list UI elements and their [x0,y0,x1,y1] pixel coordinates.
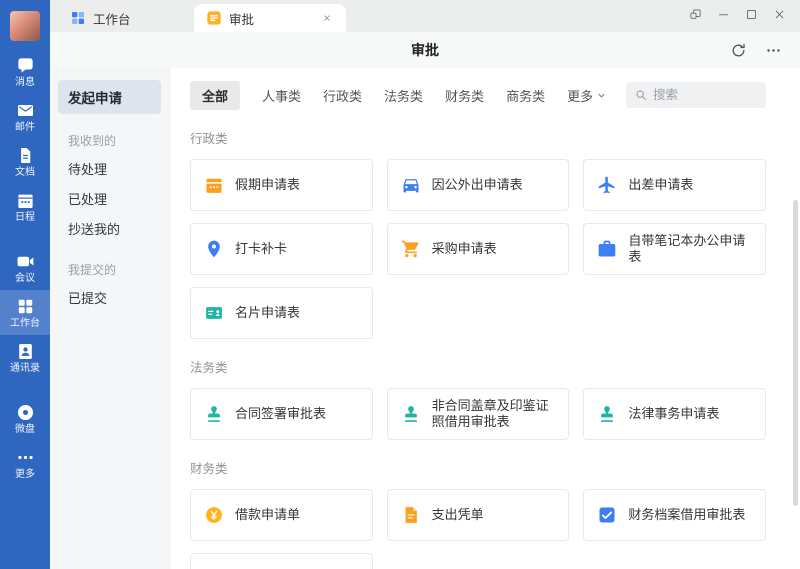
tab-approval[interactable]: 审批 [194,4,346,32]
approval-badge-icon [206,10,222,26]
stamp-icon [401,404,421,424]
stamp-icon [597,404,617,424]
card-finance-archive[interactable]: 财务档案借用审批表 [583,489,766,541]
card-contract-signing[interactable]: 合同签署审批表 [190,388,373,440]
filter-tab-hr[interactable]: 人事类 [262,86,301,105]
group-label-received: 我收到的 [58,132,161,149]
group-label-submitted: 我提交的 [58,261,161,278]
briefcase-icon [597,239,617,259]
main-area: 工作台 审批 审批 发起申请 [50,0,800,569]
sidebar-item-mail[interactable]: 邮件 [0,94,50,139]
chevron-down-icon [596,90,607,101]
popup-window-icon[interactable] [689,8,702,21]
sidebar-item-more[interactable]: 更多 [0,441,50,486]
stamp-icon [204,404,224,424]
card-grid-legal: 合同签署审批表 非合同盖章及印鉴证照借用审批表 法律事务申请表 [190,388,766,440]
approval-content: 全部 人事类 行政类 法务类 财务类 商务类 更多 行政 [170,68,800,569]
location-pin-icon [204,239,224,259]
card-non-contract-seal[interactable]: 非合同盖章及印鉴证照借用审批表 [387,388,570,440]
search-box[interactable] [626,82,766,108]
titlebar: 工作台 审批 [50,0,800,32]
disk-drive-icon [16,403,35,422]
card-vacation-request[interactable]: 假期申请表 [190,159,373,211]
filter-tab-more[interactable]: 更多 [567,86,607,105]
card-clockin-makeup[interactable]: 打卡补卡 [190,223,373,275]
cart-icon [401,239,421,259]
search-icon [634,88,648,102]
page-title: 审批 [50,40,800,60]
contacts-icon [16,342,35,361]
primary-sidebar: 消息 邮件 文档 日程 会议 工作台 通讯录 微盘 [0,0,50,569]
refresh-icon[interactable] [730,42,747,59]
workbench-grid-icon [70,10,86,26]
card-business-outing[interactable]: 因公外出申请表 [387,159,570,211]
card-grid-admin: 假期申请表 因公外出申请表 出差申请表 打卡补卡 [190,159,766,339]
sidebar-item-schedule[interactable]: 日程 [0,184,50,229]
approval-side-menu: 发起申请 我收到的 待处理 已处理 抄送我的 我提交的 已提交 [50,68,170,569]
sidebar-item-messages[interactable]: 消息 [0,49,50,94]
search-input[interactable] [653,88,758,102]
sidebar-item-drive[interactable]: 微盘 [0,396,50,441]
voucher-icon [401,505,421,525]
calendar-icon [16,191,35,210]
doc-check-icon [597,505,617,525]
document-icon [16,146,35,165]
grid-icon [16,297,35,316]
header-actions [730,42,800,59]
chat-icon [16,56,35,75]
calendar-icon [204,175,224,195]
close-tab-icon[interactable] [320,11,334,25]
section-title-admin: 行政类 [190,128,790,147]
maximize-icon[interactable] [745,8,758,21]
minimize-icon[interactable] [717,8,730,21]
sidebar-item-docs[interactable]: 文档 [0,139,50,184]
video-meeting-icon [16,252,35,271]
card-byod-laptop[interactable]: 自带笔记本办公申请表 [583,223,766,275]
create-request-button[interactable]: 发起申请 [58,80,161,114]
airplane-icon [597,175,617,195]
menu-item-submitted[interactable]: 已提交 [58,282,161,312]
yuan-coin-icon [204,505,224,525]
avatar[interactable] [10,11,40,41]
card-expense-voucher[interactable]: 支出凭单 [387,489,570,541]
section-title-legal: 法务类 [190,357,790,376]
card-loan-request[interactable]: 借款申请单 [190,489,373,541]
card-travel-reimbursement[interactable]: 差旅费报销单 [190,553,373,569]
sidebar-item-workbench[interactable]: 工作台 [0,290,50,335]
section-title-finance: 财务类 [190,458,790,477]
card-grid-finance: 借款申请单 支出凭单 财务档案借用审批表 差旅费报销单 [190,489,766,569]
menu-item-cc-to-me[interactable]: 抄送我的 [58,213,161,243]
car-icon [401,175,421,195]
menu-item-pending[interactable]: 待处理 [58,153,161,183]
ellipsis-icon [16,448,35,467]
card-business-trip[interactable]: 出差申请表 [583,159,766,211]
tab-label: 工作台 [93,9,131,28]
close-window-icon[interactable] [773,8,786,21]
app-window: 消息 邮件 文档 日程 会议 工作台 通讯录 微盘 [0,0,800,569]
filter-tab-admin[interactable]: 行政类 [323,86,362,105]
filter-tab-legal[interactable]: 法务类 [384,86,423,105]
tab-label: 审批 [229,9,254,28]
page-body: 发起申请 我收到的 待处理 已处理 抄送我的 我提交的 已提交 全部 人事类 行… [50,68,800,569]
filter-tab-finance[interactable]: 财务类 [445,86,484,105]
sidebar-item-meetings[interactable]: 会议 [0,245,50,290]
window-controls [689,8,800,21]
menu-item-processed[interactable]: 已处理 [58,183,161,213]
sidebar-item-contacts[interactable]: 通讯录 [0,335,50,380]
category-filter-bar: 全部 人事类 行政类 法务类 财务类 商务类 更多 [190,80,790,110]
card-legal-affairs[interactable]: 法律事务申请表 [583,388,766,440]
card-business-card-request[interactable]: 名片申请表 [190,287,373,339]
tab-workbench[interactable]: 工作台 [58,4,186,32]
more-options-icon[interactable] [765,42,782,59]
filter-tab-business[interactable]: 商务类 [506,86,545,105]
card-purchase-request[interactable]: 采购申请表 [387,223,570,275]
id-card-icon [204,303,224,323]
scrollbar-thumb[interactable] [793,200,798,506]
filter-tab-all[interactable]: 全部 [190,81,240,110]
page-header: 审批 [50,32,800,68]
mail-icon [16,101,35,120]
